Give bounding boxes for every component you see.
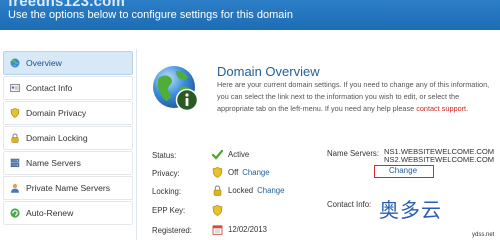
globe-icon [10, 58, 20, 68]
globe-info-icon [153, 66, 199, 112]
sidebar: Overview Contact Info Domain Privacy Dom… [0, 49, 137, 240]
checkmark-icon [212, 149, 223, 160]
privacy-label: Privacy: [152, 169, 180, 178]
name-servers-change-highlight: Change [374, 165, 434, 178]
sidebar-item-domain-locking[interactable]: Domain Locking [3, 126, 133, 150]
lock-icon [213, 185, 222, 196]
calendar-icon [212, 225, 223, 235]
header-subtitle: Use the options below to configure setti… [8, 9, 293, 21]
page-title: Domain Overview [217, 64, 320, 79]
overview-description: Here are your current domain settings. I… [217, 79, 497, 115]
locking-text: Locked [228, 186, 254, 195]
shield-icon [212, 167, 223, 178]
epp-key-value [212, 205, 228, 216]
registered-label: Registered: [152, 226, 192, 235]
ns2-value: NS2.WEBSITEWELCOME.COM [384, 155, 495, 164]
sidebar-item-label: Private Name Servers [26, 183, 111, 193]
sidebar-item-domain-privacy[interactable]: Domain Privacy [3, 101, 133, 125]
registered-value: 12/02/2013 [212, 224, 267, 235]
locking-label: Locking: [152, 187, 182, 196]
watermark: 奥多云 [379, 198, 442, 222]
lock-icon [11, 133, 19, 143]
user-icon [11, 183, 19, 193]
key-shield-icon [212, 205, 223, 216]
locking-change-link[interactable]: Change [257, 186, 284, 195]
name-servers-change-link[interactable]: Change [389, 166, 417, 175]
privacy-change-link[interactable]: Change [242, 168, 269, 177]
sidebar-item-label: Name Servers [26, 158, 81, 168]
privacy-text: Off [228, 168, 239, 177]
privacy-value: Off Change [212, 167, 270, 178]
sidebar-item-name-servers[interactable]: Name Servers [3, 151, 133, 175]
status-text: Active [228, 150, 250, 159]
page-header: freedns123.com Use the options below to … [0, 0, 500, 30]
status-value: Active [212, 149, 249, 160]
renew-icon [10, 208, 20, 218]
sidebar-item-label: Domain Privacy [26, 108, 87, 118]
watermark-sub: ydss.net [472, 232, 495, 238]
status-label: Status: [152, 151, 177, 160]
name-servers-label: Name Servers: [327, 149, 379, 158]
sidebar-item-label: Auto-Renew [26, 208, 74, 218]
sidebar-item-label: Overview [26, 58, 62, 68]
server-icon [10, 158, 20, 168]
shield-icon [10, 108, 20, 118]
description-end: . [466, 104, 469, 113]
sidebar-item-label: Domain Locking [26, 133, 88, 143]
sidebar-item-overview[interactable]: Overview [3, 51, 133, 75]
locking-value: Locked Change [212, 185, 284, 196]
contact-info-label: Contact Info: [327, 200, 372, 209]
sidebar-item-auto-renew[interactable]: Auto-Renew [3, 201, 133, 225]
contact-support-link[interactable]: contact support [416, 104, 466, 113]
sidebar-item-private-name-servers[interactable]: Private Name Servers [3, 176, 133, 200]
name-servers-list: NS1.WEBSITEWELCOME.COM NS2.WEBSITEWELCOM… [384, 148, 494, 164]
contact-card-icon [10, 84, 20, 92]
epp-key-label: EPP Key: [152, 206, 186, 215]
sidebar-item-contact-info[interactable]: Contact Info [3, 76, 133, 100]
registered-date: 12/02/2013 [228, 225, 268, 234]
sidebar-item-label: Contact Info [26, 83, 73, 93]
